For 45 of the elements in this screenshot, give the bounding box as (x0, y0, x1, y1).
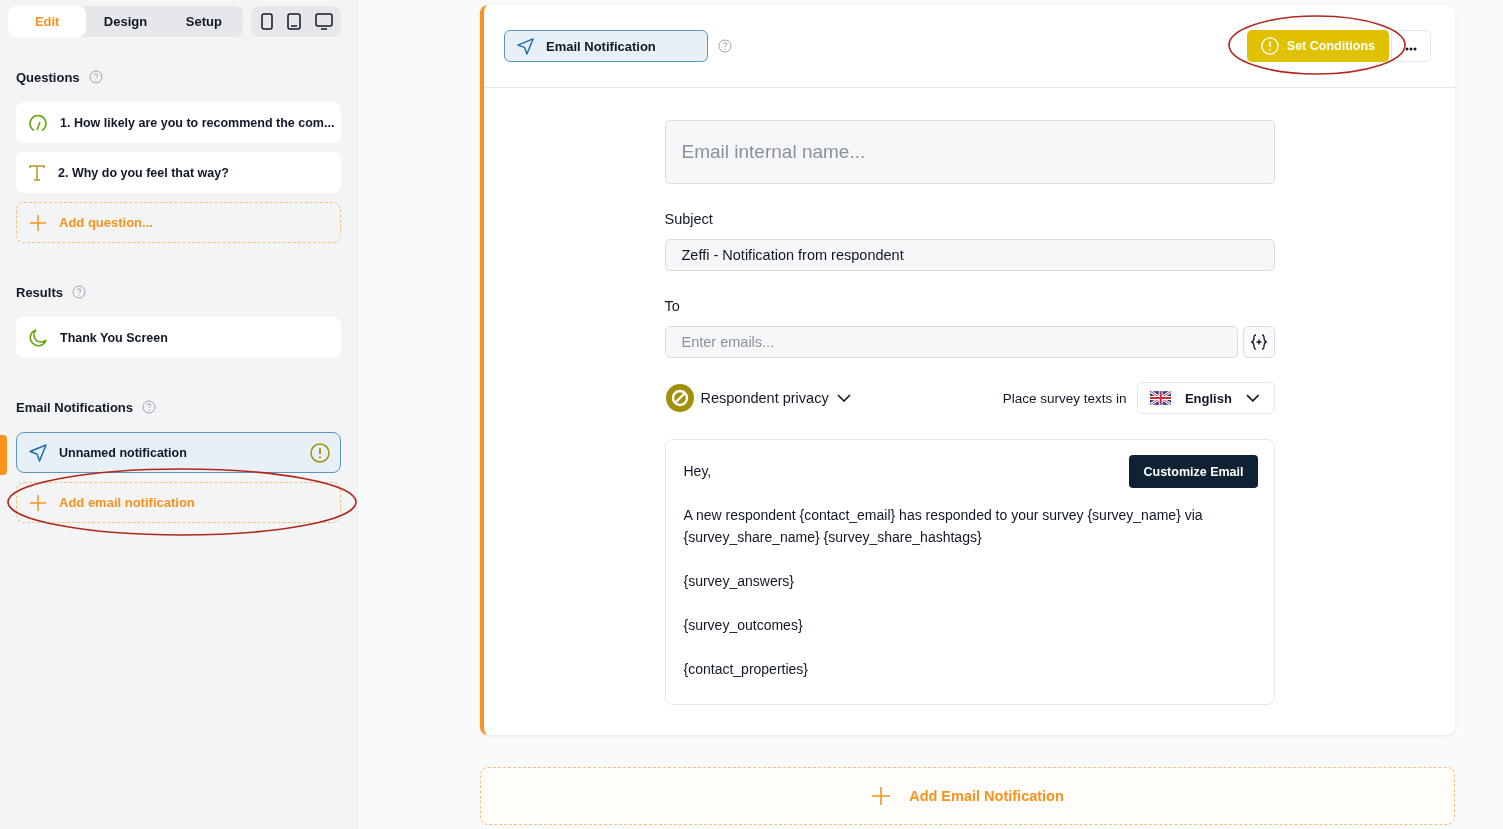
braces-plus-icon (1249, 333, 1268, 351)
moon-icon (28, 327, 48, 348)
sidebar-item[interactable]: 1. How likely are you to recommend the com... (16, 102, 341, 143)
recipients-field[interactable]: Enter emails... (664, 326, 1238, 358)
insert-variable-button[interactable] (1242, 326, 1275, 358)
plus-icon (29, 493, 47, 512)
warning-icon (1260, 37, 1279, 55)
text-icon (28, 163, 46, 182)
tab[interactable]: Setup (164, 6, 243, 37)
email-body-text: {survey_outcomes} (683, 616, 804, 635)
tab[interactable]: Design (86, 6, 165, 37)
phone-icon[interactable] (261, 13, 273, 30)
flag-icon (1149, 391, 1171, 405)
send-icon (29, 443, 47, 462)
chevron-down-icon (836, 394, 851, 402)
sidebar-item[interactable]: Thank You Screen (16, 317, 341, 358)
chevron-down-icon (1245, 394, 1260, 402)
notification-title: Email Notification (504, 30, 708, 62)
customize-email-button[interactable]: Customize Email (1129, 455, 1258, 488)
subject-label: Subject (664, 211, 714, 227)
privacy-dropdown[interactable]: Respondent privacy (700, 390, 851, 406)
plus-icon (29, 213, 47, 232)
sidebar-item[interactable]: 2. Why do you feel that way? (16, 152, 341, 193)
send-icon (517, 37, 534, 55)
section-title: Results (16, 284, 63, 300)
selection-indicator (0, 435, 7, 475)
plus-icon (871, 786, 892, 806)
email-body-text: {contact_properties} (683, 660, 810, 679)
language-dropdown[interactable]: English (1136, 382, 1275, 414)
language-label: Place survey texts in (1002, 390, 1127, 406)
section-title: Questions (16, 69, 80, 85)
more-button[interactable] (1391, 30, 1431, 62)
email-body-text: {survey_answers} (683, 572, 795, 591)
email-body-text: Hey, (683, 462, 713, 481)
section-title: Email Notifications (16, 399, 134, 415)
subject-field[interactable]: Zeffi - Notification from respondent (664, 239, 1275, 271)
gauge-icon (28, 112, 48, 133)
email-body-text: A new respondent {contact_email} has responded to your survey {survey_name} via {survey_share_name} {survey_share_hashtags} (683, 506, 1204, 547)
tablet-icon[interactable] (287, 13, 301, 30)
monitor-icon[interactable] (315, 13, 333, 30)
email-name-field[interactable]: Email internal name... (664, 120, 1275, 184)
more-icon (1405, 46, 1417, 51)
privacy-icon (664, 383, 695, 413)
sidebar-item[interactable]: Unnamed notification (16, 432, 341, 473)
to-label: To (664, 298, 681, 314)
